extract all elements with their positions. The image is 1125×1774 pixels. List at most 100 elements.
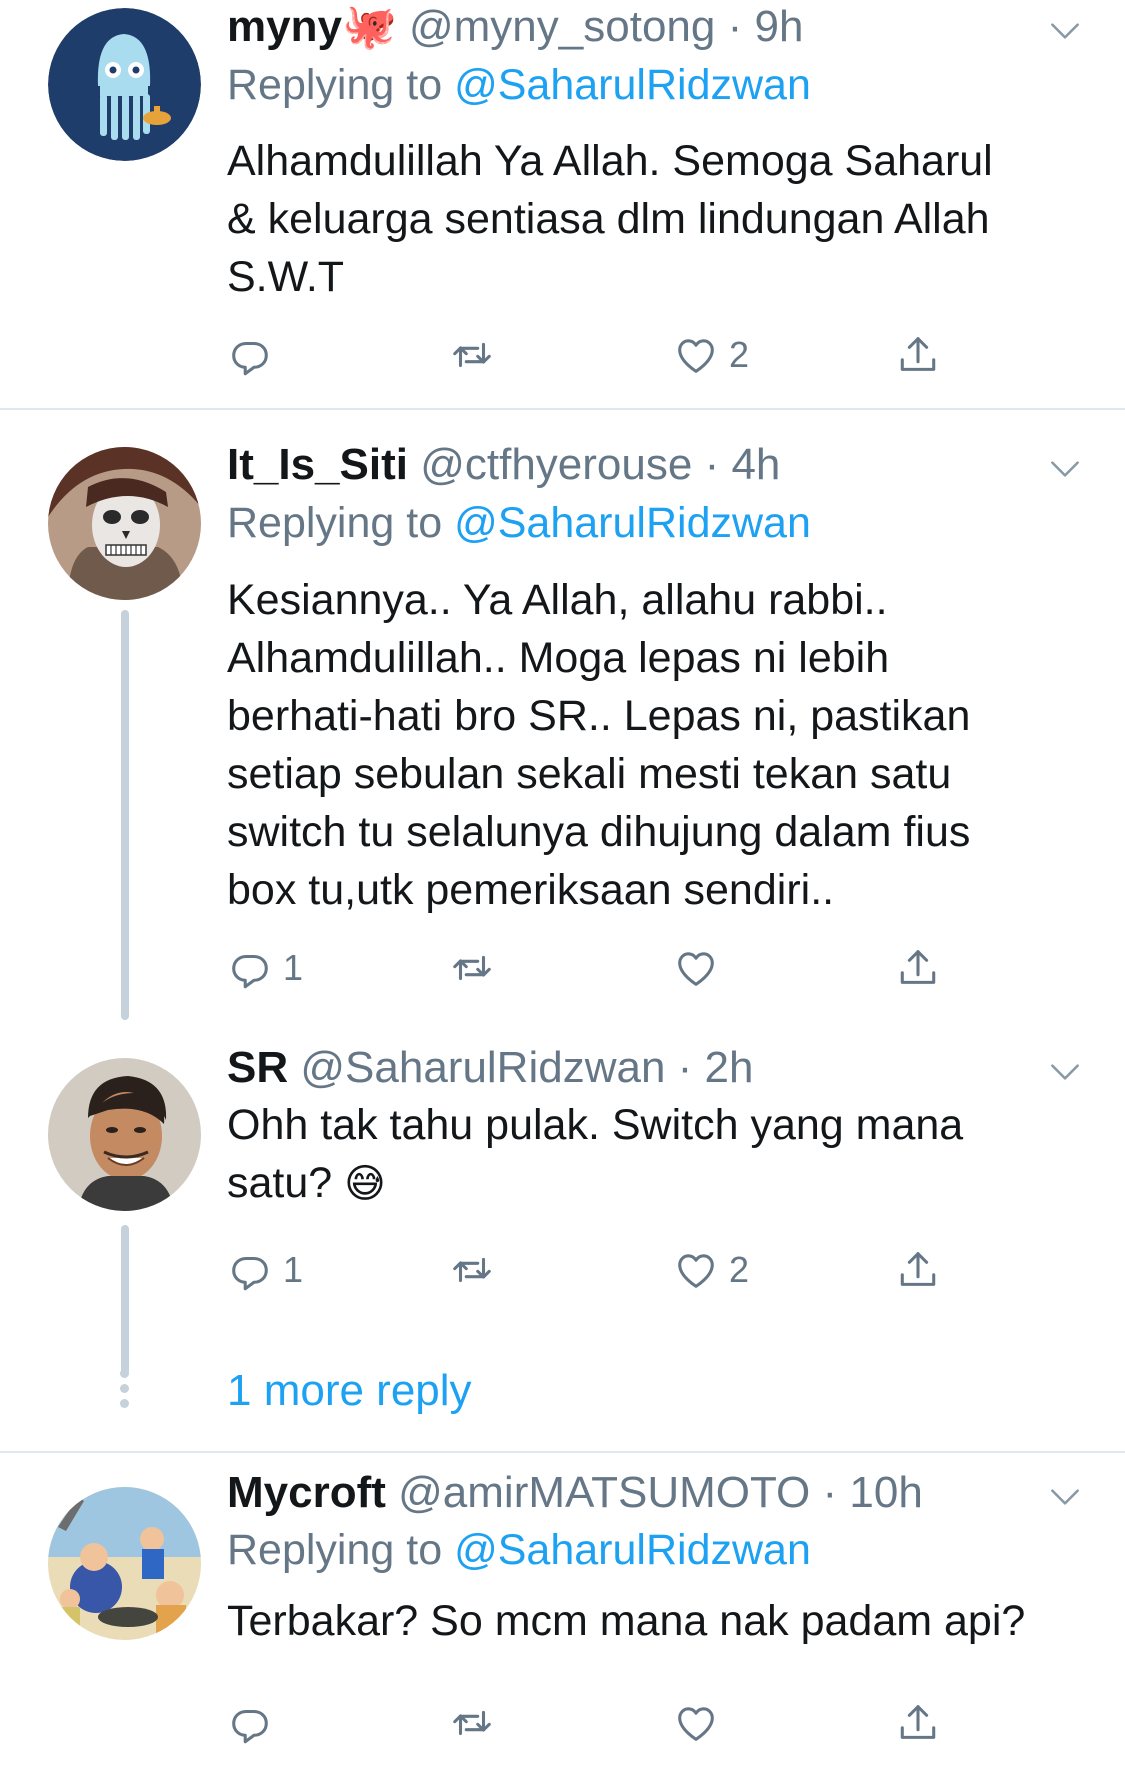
separator-dot: · bbox=[677, 1043, 693, 1092]
user-handle[interactable]: @SaharulRidzwan bbox=[300, 1043, 665, 1092]
share-icon bbox=[895, 1247, 941, 1293]
tweet[interactable]: SR @SaharulRidzwan · 2h Ohh tak tahu pul… bbox=[0, 1040, 1125, 1460]
retweet-icon bbox=[449, 1700, 495, 1746]
separator-dot: · bbox=[727, 2, 743, 51]
text-line: Kesiannya.. Ya Allah, allahu rabbi.. bbox=[227, 576, 888, 624]
share-button[interactable] bbox=[895, 325, 941, 385]
replying-to-label: Replying to bbox=[227, 61, 443, 109]
timestamp[interactable]: 10h bbox=[849, 1468, 922, 1517]
display-name[interactable]: myny bbox=[227, 2, 342, 51]
reply-button[interactable] bbox=[227, 325, 283, 385]
tweet-actions: 2 bbox=[227, 325, 987, 385]
user-handle[interactable]: @ctfhyerouse bbox=[420, 440, 692, 489]
man-avatar-icon bbox=[48, 1058, 201, 1211]
retweet-button[interactable] bbox=[449, 1240, 495, 1300]
like-button[interactable]: 2 bbox=[673, 1240, 749, 1300]
replying-to: Replying to @SaharulRidzwan bbox=[227, 1521, 811, 1579]
text-line: S.W.T bbox=[227, 253, 345, 301]
tweet-text: Terbakar? So mcm mana nak padam api? bbox=[227, 1592, 1097, 1650]
like-icon bbox=[673, 945, 719, 991]
tweet-header: Mycroft @amirMATSUMOTO · 10h bbox=[227, 1463, 923, 1523]
tweet-text: Alhamdulillah Ya Allah. Semoga Saharul &… bbox=[227, 132, 1097, 306]
tweet-header: It_Is_Siti @ctfhyerouse · 4h bbox=[227, 435, 780, 495]
display-name[interactable]: SR bbox=[227, 1043, 288, 1092]
tweet-header: SR @SaharulRidzwan · 2h bbox=[227, 1038, 754, 1098]
tweet[interactable]: Mycroft @amirMATSUMOTO · 10h Replying to… bbox=[0, 1453, 1125, 1774]
mention-link[interactable]: @SaharulRidzwan bbox=[454, 61, 811, 109]
tweet-actions bbox=[227, 1693, 987, 1753]
replying-to-label: Replying to bbox=[227, 499, 443, 547]
reply-count: 1 bbox=[283, 947, 304, 988]
face-paint-avatar-icon bbox=[48, 447, 201, 600]
separator-dot: · bbox=[704, 440, 720, 489]
mention-link[interactable]: @SaharulRidzwan bbox=[454, 1526, 811, 1574]
like-button[interactable] bbox=[673, 938, 729, 998]
avatar[interactable] bbox=[48, 1058, 201, 1211]
share-icon bbox=[895, 1700, 941, 1746]
tweet-text: Ohh tak tahu pulak. Switch yang mana sat… bbox=[227, 1096, 1097, 1213]
share-icon bbox=[895, 332, 941, 378]
thread-line bbox=[121, 1225, 129, 1375]
reply-count: 1 bbox=[283, 1249, 304, 1290]
reply-button[interactable]: 1 bbox=[227, 1240, 303, 1300]
like-button[interactable] bbox=[673, 1693, 729, 1753]
text-line: Ohh tak tahu pulak. Switch yang mana bbox=[227, 1101, 964, 1149]
chevron-down-icon[interactable] bbox=[1046, 450, 1084, 488]
like-button[interactable]: 2 bbox=[673, 325, 749, 385]
retweet-button[interactable] bbox=[449, 325, 495, 385]
retweet-button[interactable] bbox=[449, 938, 495, 998]
retweet-icon bbox=[449, 332, 495, 378]
octopus-emoji-icon: 🐙 bbox=[341, 2, 397, 51]
user-handle[interactable]: @myny_sotong bbox=[409, 2, 715, 51]
timestamp[interactable]: 4h bbox=[731, 440, 780, 489]
tweet[interactable]: myny🐙 @myny_sotong · 9h Replying to @Sah… bbox=[0, 0, 1125, 410]
avatar[interactable] bbox=[48, 1487, 201, 1640]
tweet-actions: 1 bbox=[227, 938, 987, 998]
like-icon bbox=[673, 332, 719, 378]
tweet-actions: 1 2 bbox=[227, 1240, 987, 1300]
share-button[interactable] bbox=[895, 1240, 941, 1300]
display-name[interactable]: It_Is_Siti bbox=[227, 440, 408, 489]
text-line: satu? 😅 bbox=[227, 1154, 1097, 1213]
reply-icon bbox=[227, 1247, 273, 1293]
text-line: Terbakar? So mcm mana nak padam api? bbox=[227, 1597, 1026, 1645]
tweet[interactable]: It_Is_Siti @ctfhyerouse · 4h Replying to… bbox=[0, 410, 1125, 1030]
display-name[interactable]: Mycroft bbox=[227, 1468, 386, 1517]
mention-link[interactable]: @SaharulRidzwan bbox=[454, 499, 811, 547]
avatar[interactable] bbox=[48, 447, 201, 600]
replying-to: Replying to @SaharulRidzwan bbox=[227, 494, 811, 552]
more-replies-dots bbox=[118, 1369, 132, 1414]
text-line: Alhamdulillah.. Moga lepas ni lebih bbox=[227, 634, 890, 682]
reply-button[interactable] bbox=[227, 1693, 283, 1753]
replying-to: Replying to @SaharulRidzwan bbox=[227, 56, 811, 114]
timestamp[interactable]: 2h bbox=[705, 1043, 754, 1092]
like-icon bbox=[673, 1247, 719, 1293]
reply-button[interactable]: 1 bbox=[227, 938, 303, 998]
more-replies-link[interactable]: 1 more reply bbox=[227, 1361, 472, 1421]
text-line-end: satu? bbox=[227, 1159, 333, 1207]
retweet-icon bbox=[449, 945, 495, 991]
like-count: 2 bbox=[729, 1249, 750, 1290]
thread-line bbox=[121, 610, 129, 1020]
text-line: berhati-hati bro SR.. Lepas ni, pastikan bbox=[227, 692, 971, 740]
replying-to-label: Replying to bbox=[227, 1526, 443, 1574]
tweet-text: Kesiannya.. Ya Allah, allahu rabbi.. Alh… bbox=[227, 571, 1097, 919]
share-button[interactable] bbox=[895, 938, 941, 998]
text-line: Alhamdulillah Ya Allah. Semoga Saharul bbox=[227, 137, 993, 185]
like-icon bbox=[673, 1700, 719, 1746]
text-line: box tu,utk pemeriksaan sendiri.. bbox=[227, 866, 835, 914]
chevron-down-icon[interactable] bbox=[1046, 1053, 1084, 1091]
like-count: 2 bbox=[729, 334, 750, 375]
share-button[interactable] bbox=[895, 1693, 941, 1753]
chevron-down-icon[interactable] bbox=[1046, 12, 1084, 50]
squid-avatar-icon bbox=[48, 8, 201, 161]
text-line: & keluarga sentiasa dlm lindungan Allah bbox=[227, 195, 990, 243]
text-line: switch tu selalunya dihujung dalam fius bbox=[227, 808, 971, 856]
user-handle[interactable]: @amirMATSUMOTO bbox=[398, 1468, 810, 1517]
avatar[interactable] bbox=[48, 8, 201, 161]
chevron-down-icon[interactable] bbox=[1046, 1478, 1084, 1516]
retweet-icon bbox=[449, 1247, 495, 1293]
retweet-button[interactable] bbox=[449, 1693, 495, 1753]
timestamp[interactable]: 9h bbox=[754, 2, 803, 51]
separator-dot: · bbox=[822, 1468, 838, 1517]
